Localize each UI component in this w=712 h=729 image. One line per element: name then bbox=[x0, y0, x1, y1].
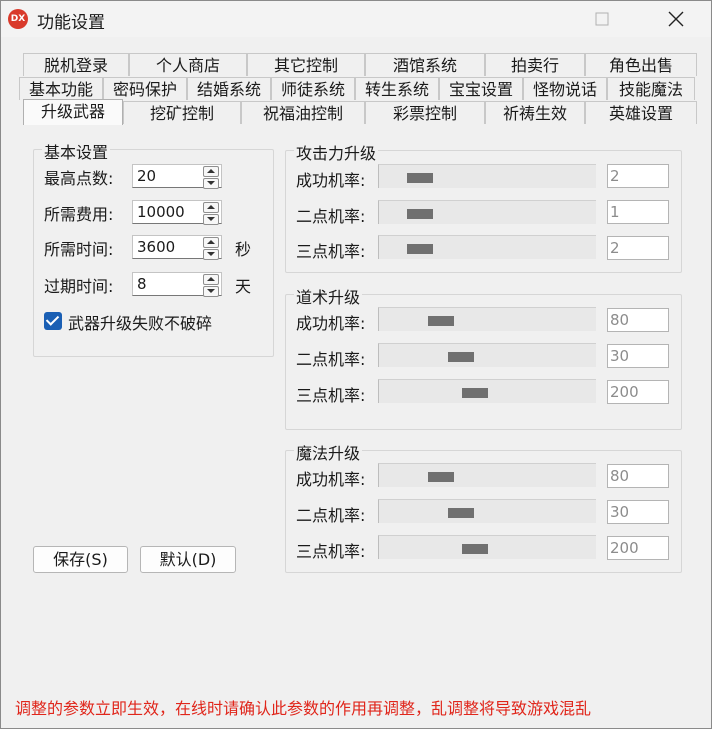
taoist-success-label: 成功机率: bbox=[296, 314, 366, 333]
taoist-two-point-slider[interactable] bbox=[378, 343, 596, 367]
tab-skill-magic[interactable]: 技能魔法 bbox=[607, 77, 695, 100]
tab-prayer-effect[interactable]: 祈祷生效 bbox=[485, 101, 585, 124]
tab-password-protect[interactable]: 密码保护 bbox=[103, 77, 187, 100]
tab-role-sale[interactable]: 角色出售 bbox=[585, 53, 697, 76]
tab-upgrade-weapon[interactable]: 升级武器 bbox=[23, 99, 123, 125]
max-points-label: 最高点数: bbox=[44, 169, 114, 188]
taoist-three-point-value[interactable]: 200 bbox=[607, 380, 669, 404]
tab-tavern-system[interactable]: 酒馆系统 bbox=[365, 53, 485, 76]
spin-down-icon[interactable] bbox=[203, 214, 219, 225]
no-break-checkbox[interactable] bbox=[44, 312, 62, 330]
slider-thumb[interactable] bbox=[428, 472, 454, 482]
default-button[interactable]: 默认(D) bbox=[140, 546, 236, 573]
slider-thumb[interactable] bbox=[462, 544, 488, 554]
time-unit: 秒 bbox=[235, 240, 252, 259]
tab-lottery-control[interactable]: 彩票控制 bbox=[365, 101, 485, 124]
spin-up-icon[interactable] bbox=[203, 237, 219, 248]
spin-up-icon[interactable] bbox=[203, 202, 219, 213]
tab-personal-shop[interactable]: 个人商店 bbox=[129, 53, 247, 76]
attack-two-point-value[interactable]: 1 bbox=[607, 200, 669, 224]
taoist-two-point-value[interactable]: 30 bbox=[607, 344, 669, 368]
attack-upgrade-title: 攻击力升级 bbox=[294, 140, 379, 164]
spin-up-icon[interactable] bbox=[203, 166, 219, 177]
no-break-label: 武器升级失败不破碎 bbox=[68, 314, 213, 333]
tab-mentor-system[interactable]: 师徒系统 bbox=[271, 77, 355, 100]
attack-success-slider[interactable] bbox=[378, 164, 596, 188]
expire-value: 8 bbox=[137, 275, 147, 293]
expire-unit: 天 bbox=[235, 277, 252, 296]
warning-message: 调整的参数立即生效，在线时请确认此参数的作用再调整，乱调整将导致游戏混乱 bbox=[15, 699, 592, 718]
taoist-three-point-slider[interactable] bbox=[378, 379, 596, 403]
slider-thumb[interactable] bbox=[448, 508, 474, 518]
max-points-spinbox[interactable]: 20 bbox=[132, 164, 222, 189]
save-button[interactable]: 保存(S) bbox=[33, 546, 128, 573]
slider-thumb[interactable] bbox=[407, 244, 433, 254]
magic-success-slider[interactable] bbox=[378, 463, 596, 487]
time-label: 所需时间: bbox=[44, 240, 114, 259]
tab-marriage-system[interactable]: 结婚系统 bbox=[187, 77, 271, 100]
taoist-three-point-label: 三点机率: bbox=[296, 386, 366, 405]
spin-down-icon[interactable] bbox=[203, 178, 219, 189]
taoist-two-point-label: 二点机率: bbox=[296, 350, 366, 369]
tab-blessing-oil[interactable]: 祝福油控制 bbox=[241, 101, 365, 124]
magic-upgrade-title: 魔法升级 bbox=[294, 440, 363, 464]
title-bar: DX 功能设置 bbox=[1, 1, 711, 37]
attack-three-point-label: 三点机率: bbox=[296, 242, 366, 261]
max-points-value: 20 bbox=[137, 167, 157, 185]
window-title: 功能设置 bbox=[37, 13, 105, 33]
slider-thumb[interactable] bbox=[428, 316, 454, 326]
taoist-success-value[interactable]: 80 bbox=[607, 308, 669, 332]
tab-pet-settings[interactable]: 宝宝设置 bbox=[439, 77, 523, 100]
expire-spinbox[interactable]: 8 bbox=[132, 272, 222, 297]
spin-down-icon[interactable] bbox=[203, 249, 219, 260]
tab-offline-login[interactable]: 脱机登录 bbox=[23, 53, 129, 76]
attack-three-point-value[interactable]: 2 bbox=[607, 236, 669, 260]
time-value: 3600 bbox=[137, 238, 176, 256]
cost-spinbox[interactable]: 10000 bbox=[132, 200, 222, 225]
tab-hero-settings[interactable]: 英雄设置 bbox=[585, 101, 697, 124]
spin-down-icon[interactable] bbox=[203, 286, 219, 297]
magic-two-point-label: 二点机率: bbox=[296, 506, 366, 525]
magic-two-point-slider[interactable] bbox=[378, 499, 596, 523]
taoist-upgrade-title: 道术升级 bbox=[294, 284, 363, 308]
magic-two-point-value[interactable]: 30 bbox=[607, 500, 669, 524]
close-button[interactable] bbox=[653, 1, 699, 37]
app-icon: DX bbox=[8, 9, 28, 29]
attack-three-point-slider[interactable] bbox=[378, 235, 596, 259]
tab-basic-functions[interactable]: 基本功能 bbox=[19, 77, 103, 100]
magic-three-point-slider[interactable] bbox=[378, 535, 596, 559]
spin-up-icon[interactable] bbox=[203, 274, 219, 285]
tab-auction[interactable]: 拍卖行 bbox=[485, 53, 585, 76]
tab-mining-control[interactable]: 挖矿控制 bbox=[123, 101, 241, 124]
tab-monster-speech[interactable]: 怪物说话 bbox=[523, 77, 607, 100]
expire-label: 过期时间: bbox=[44, 277, 114, 296]
magic-success-label: 成功机率: bbox=[296, 470, 366, 489]
magic-three-point-label: 三点机率: bbox=[296, 542, 366, 561]
cost-value: 10000 bbox=[137, 203, 185, 221]
cost-label: 所需费用: bbox=[44, 205, 114, 224]
slider-thumb[interactable] bbox=[448, 352, 474, 362]
basic-settings-title: 基本设置 bbox=[42, 139, 111, 163]
attack-success-value[interactable]: 2 bbox=[607, 164, 669, 188]
taoist-success-slider[interactable] bbox=[378, 307, 596, 331]
time-spinbox[interactable]: 3600 bbox=[132, 235, 222, 260]
magic-three-point-value[interactable]: 200 bbox=[607, 536, 669, 560]
tab-rebirth-system[interactable]: 转生系统 bbox=[355, 77, 439, 100]
settings-window: DX 功能设置 脱机登录 个人商店 其它控制 酒馆系统 拍卖行 角色出售 基本功… bbox=[0, 0, 712, 729]
slider-thumb[interactable] bbox=[407, 209, 433, 219]
attack-success-label: 成功机率: bbox=[296, 171, 366, 190]
magic-success-value[interactable]: 80 bbox=[607, 464, 669, 488]
attack-two-point-slider[interactable] bbox=[378, 200, 596, 224]
attack-two-point-label: 二点机率: bbox=[296, 207, 366, 226]
slider-thumb[interactable] bbox=[462, 388, 488, 398]
tab-other-control[interactable]: 其它控制 bbox=[247, 53, 365, 76]
slider-thumb[interactable] bbox=[407, 173, 433, 183]
close-icon bbox=[668, 11, 684, 27]
maximize-button[interactable] bbox=[579, 1, 625, 37]
maximize-icon bbox=[595, 12, 609, 26]
